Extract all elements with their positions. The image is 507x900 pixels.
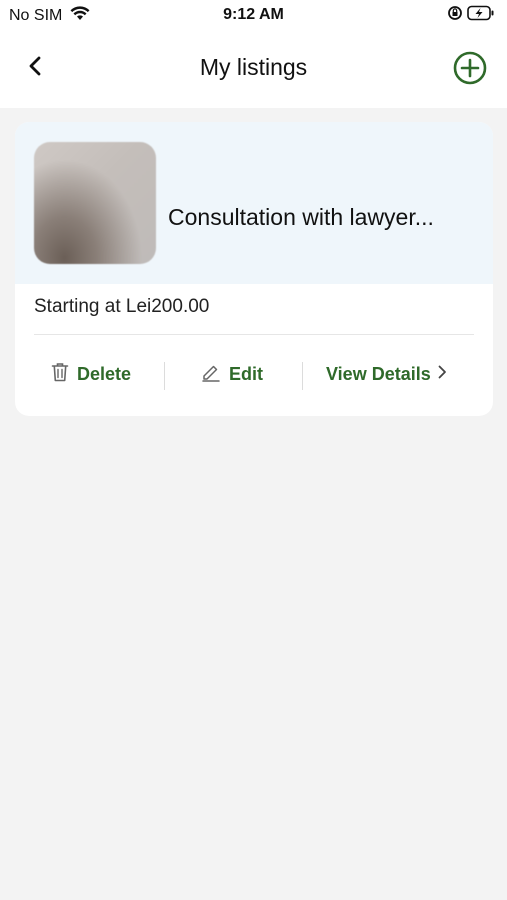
battery-charging-icon <box>467 5 495 26</box>
listing-title: Consultation with lawyer... <box>168 204 434 230</box>
status-right <box>447 5 495 26</box>
pencil-icon <box>201 362 221 387</box>
add-listing-button[interactable] <box>453 51 487 85</box>
listing-thumbnail <box>34 142 156 264</box>
plus-circle-icon <box>453 51 487 89</box>
action-separator <box>302 362 303 390</box>
view-details-label: View Details <box>326 363 431 384</box>
view-details-button[interactable]: View Details <box>326 354 447 394</box>
delete-label: Delete <box>77 363 132 384</box>
edit-button[interactable]: Edit <box>201 354 263 394</box>
status-time: 9:12 AM <box>223 6 284 23</box>
edit-label: Edit <box>229 363 263 384</box>
nav-bar: My listings <box>0 30 507 108</box>
orientation-lock-icon <box>447 5 463 26</box>
delete-button[interactable]: Delete <box>51 354 131 394</box>
divider <box>34 334 474 335</box>
action-separator <box>164 362 165 390</box>
status-bar: No SIM 9:12 AM <box>0 0 507 30</box>
listing-price: Starting at Lei200.00 <box>34 296 210 317</box>
listing-actions: Delete Edit View Details <box>15 354 493 394</box>
page-title: My listings <box>199 54 308 80</box>
trash-icon <box>51 362 69 387</box>
listing-card[interactable]: Consultation with lawyer... Starting at … <box>15 122 493 416</box>
listing-card-header: Consultation with lawyer... <box>15 122 493 284</box>
chevron-right-icon <box>437 364 447 385</box>
